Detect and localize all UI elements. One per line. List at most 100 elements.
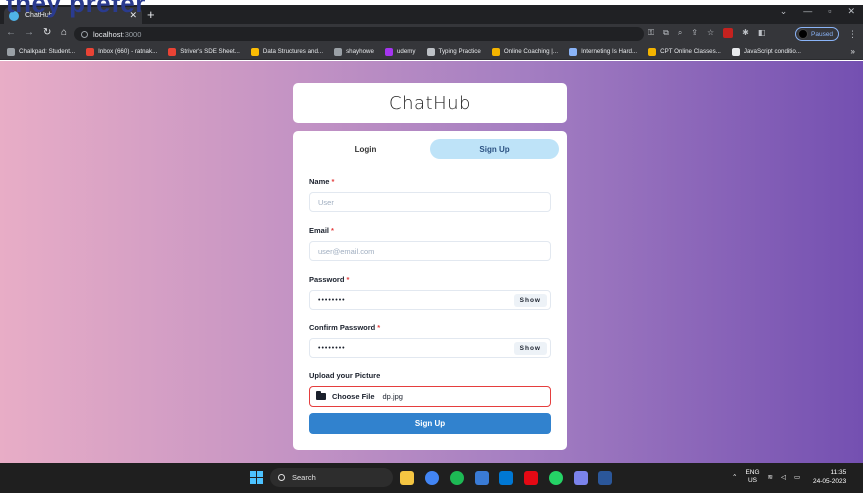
overlay-text: they prefer — [6, 0, 146, 18]
tab-login[interactable]: Login — [301, 139, 430, 159]
window-controls: ⌄ — ▫ ✕ — [780, 6, 855, 17]
file-input[interactable]: Choose File dp.jpg — [309, 386, 551, 407]
bookmark-favicon-icon — [569, 47, 578, 56]
password-input[interactable]: •••••••• Show — [309, 290, 551, 310]
name-input[interactable]: User — [309, 192, 551, 212]
browser-toolbar: ← → ↻ ⌂ localhost:3000 ⚿ ⧉ ⌕ ⇪ ☆ ✱ ◧ Pau… — [0, 24, 863, 44]
spotify-icon[interactable] — [450, 471, 464, 485]
signup-submit-button[interactable]: Sign Up — [309, 413, 551, 434]
apps-icon[interactable] — [574, 471, 588, 485]
chevron-up-icon[interactable]: ⌃ — [732, 473, 737, 481]
email-label: Email * — [309, 226, 334, 235]
bookmark-item[interactable]: shayhowe — [334, 47, 374, 56]
minimize-icon[interactable]: — — [803, 6, 812, 17]
bookmark-label: udemy — [396, 48, 416, 55]
forward-icon[interactable]: → — [24, 27, 34, 38]
folder-icon — [316, 391, 326, 400]
extension-icon[interactable] — [723, 28, 734, 38]
picture-field: Upload your Picture Choose File dp.jpg — [309, 371, 551, 407]
password-field: Password * •••••••• Show — [309, 275, 551, 310]
whatsapp-icon[interactable] — [549, 471, 563, 485]
signup-form-card: Login Sign Up Name * User Email * user@ema… — [293, 131, 567, 450]
bookmark-label: Typing Practice — [438, 48, 481, 55]
bookmark-favicon-icon — [426, 47, 435, 56]
clock[interactable]: 11:35 24-05-2023 — [813, 468, 846, 486]
bookmark-item[interactable]: Typing Practice — [426, 47, 481, 56]
bookmark-favicon-icon — [250, 47, 259, 56]
vscode-icon[interactable] — [499, 471, 513, 485]
confirm-password-value: •••••••• — [318, 344, 346, 352]
maximize-icon[interactable]: ▫ — [828, 6, 831, 17]
email-field: Email * user@email.com — [309, 226, 551, 261]
header-card: ChatHub — [293, 83, 567, 123]
file-name: dp.jpg — [382, 392, 403, 401]
bookmark-label: CPT Online Classes... — [660, 48, 721, 55]
bookmark-item[interactable]: Chalkpad: Student... — [7, 47, 76, 56]
windows-start-icon[interactable] — [250, 471, 263, 484]
bookmarks-bar: Chalkpad: Student... Inbox (660) - ratnak… — [0, 44, 863, 60]
puzzle-icon[interactable]: ✱ — [742, 28, 749, 38]
bookmark-label: shayhowe — [346, 48, 374, 55]
netflix-icon[interactable] — [524, 471, 538, 485]
file-explorer-icon[interactable] — [400, 471, 414, 485]
email-input[interactable]: user@email.com — [309, 241, 551, 261]
sidebar-icon[interactable]: ◧ — [758, 28, 766, 38]
bookmark-item[interactable]: Interneting Is Hard... — [569, 47, 638, 56]
bookmark-label: JavaScript conditio... — [743, 48, 801, 55]
share-icon[interactable]: ⇪ — [691, 28, 698, 38]
bookmark-item[interactable]: CPT Online Classes... — [648, 47, 721, 56]
back-icon[interactable]: ← — [6, 27, 16, 38]
show-password-button[interactable]: Show — [513, 294, 547, 307]
bookmark-label: Inbox (660) - ratnak... — [98, 48, 158, 55]
volume-icon[interactable]: ◁ — [781, 473, 786, 481]
bookmark-item[interactable]: Inbox (660) - ratnak... — [86, 47, 158, 56]
star-icon[interactable]: ☆ — [707, 28, 714, 38]
bookmark-item[interactable]: Data Structures and... — [250, 47, 324, 56]
home-icon[interactable]: ⌂ — [61, 27, 67, 38]
profile-button[interactable]: Paused — [795, 27, 839, 41]
show-confirm-password-button[interactable]: Show — [513, 342, 547, 355]
toolbar-icons: ⚿ ⧉ ⌕ ⇪ ☆ ✱ ◧ — [648, 28, 765, 38]
picture-label: Upload your Picture — [309, 371, 381, 380]
bookmark-item[interactable]: Striver's SDE Sheet... — [168, 47, 240, 56]
bookmark-favicon-icon — [7, 47, 15, 56]
chevron-down-icon[interactable]: ⌄ — [780, 6, 788, 17]
bookmark-item[interactable]: JavaScript conditio... — [731, 47, 801, 56]
store-icon[interactable] — [475, 471, 489, 485]
app-title: ChatHub — [389, 92, 471, 114]
key-icon[interactable]: ⚿ — [648, 28, 654, 38]
bookmark-label: Interneting Is Hard... — [581, 48, 638, 55]
wifi-icon[interactable]: ≋ — [768, 473, 773, 481]
profile-status: Paused — [811, 30, 834, 38]
new-tab-icon[interactable]: + — [147, 7, 155, 22]
confirm-password-input[interactable]: •••••••• Show — [309, 338, 551, 358]
bookmark-item[interactable]: Online Coaching |... — [491, 47, 558, 56]
date: 24-05-2023 — [813, 478, 847, 485]
address-bar[interactable]: localhost:3000 — [74, 27, 644, 41]
bookmark-label: Data Structures and... — [262, 48, 324, 55]
word-icon[interactable] — [598, 471, 612, 485]
password-label: Password * — [309, 275, 350, 284]
close-window-icon[interactable]: ✕ — [847, 6, 855, 17]
language-indicator[interactable]: ENG US — [745, 469, 759, 485]
site-info-icon[interactable] — [81, 30, 88, 38]
bookmarks-overflow-icon[interactable]: » — [851, 47, 855, 56]
search-icon — [278, 474, 285, 481]
taskbar-search[interactable]: Search — [270, 468, 393, 487]
screen: ChatHub ✕ + ⌄ — ▫ ✕ they prefer ← → ↻ ⌂ … — [0, 0, 863, 493]
bookmark-favicon-icon — [491, 47, 500, 56]
install-icon[interactable]: ⧉ — [663, 28, 669, 38]
bookmark-item[interactable]: udemy — [384, 47, 416, 56]
confirm-password-field: Confirm Password * •••••••• Show — [309, 323, 551, 358]
reload-icon[interactable]: ↻ — [43, 27, 51, 38]
zoom-icon[interactable]: ⌕ — [678, 28, 682, 38]
confirm-password-label: Confirm Password * — [309, 323, 381, 332]
choose-file-button[interactable]: Choose File — [332, 392, 375, 401]
bookmark-favicon-icon — [334, 47, 343, 56]
bookmark-label: Chalkpad: Student... — [19, 48, 76, 55]
tab-signup[interactable]: Sign Up — [430, 139, 559, 159]
menu-icon[interactable]: ⋮ — [848, 29, 857, 40]
system-tray: ⌃ ENG US ≋ ◁ ▭ — [732, 469, 800, 485]
chrome-icon[interactable] — [425, 471, 439, 485]
battery-icon[interactable]: ▭ — [794, 473, 800, 481]
